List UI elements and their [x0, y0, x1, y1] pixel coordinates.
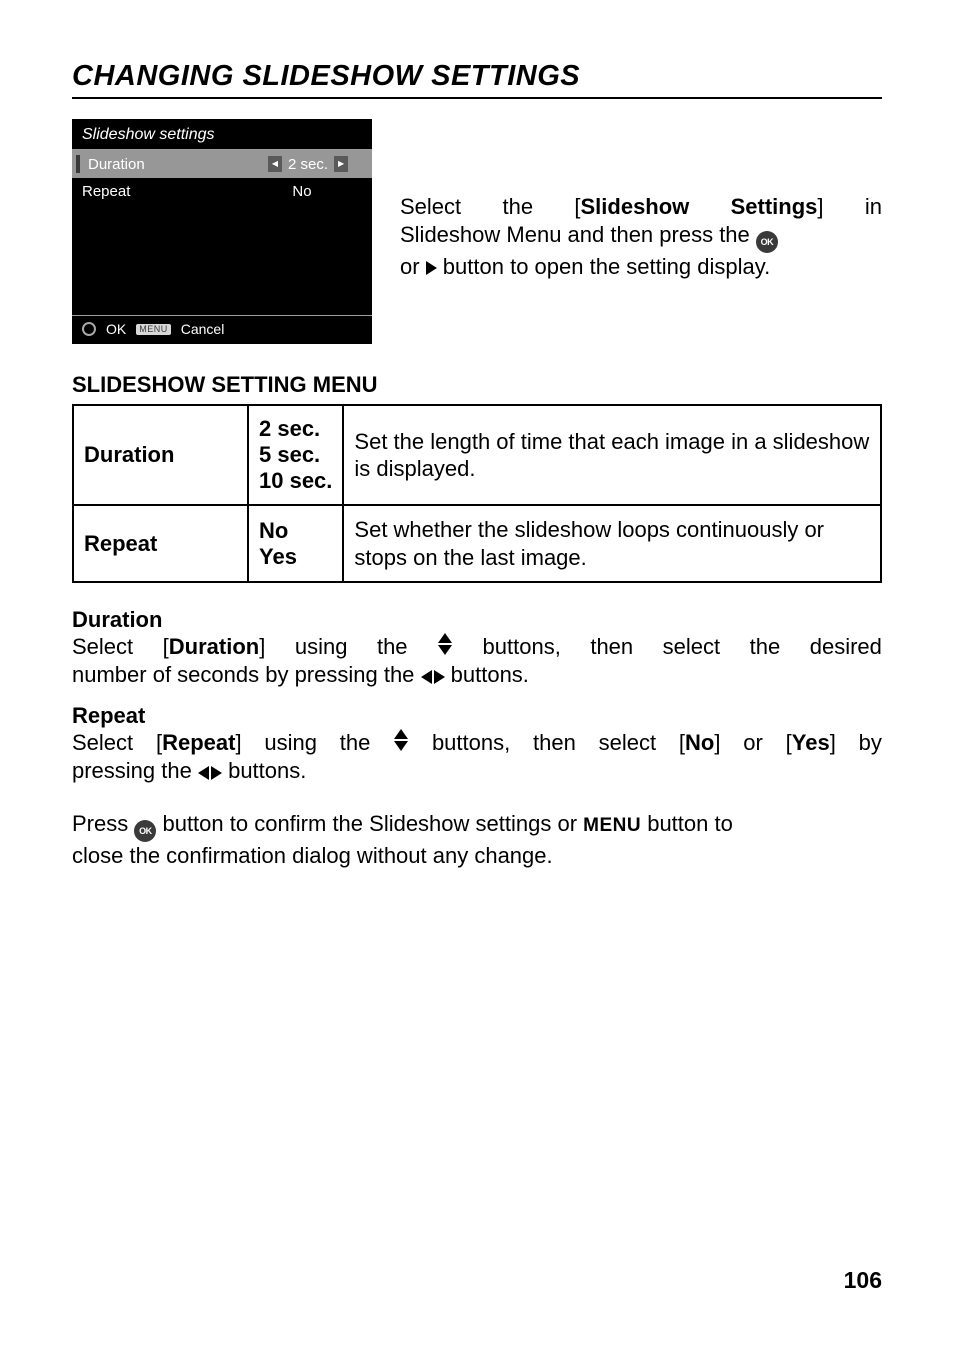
text: button to open the setting display. [437, 254, 771, 279]
text: Press [72, 811, 134, 836]
text: then [533, 729, 576, 757]
text-bold: Duration [169, 634, 259, 659]
text-bold: Yes [792, 730, 830, 755]
right-triangle-icon [426, 261, 437, 275]
camera-row-value: 2 sec. [288, 157, 328, 172]
text: using [295, 633, 348, 661]
text: number of seconds by pressing the [72, 662, 421, 687]
text: buttons. [445, 662, 529, 687]
text: button to [641, 811, 733, 836]
table-opts: No Yes [248, 505, 343, 582]
text: the [502, 193, 533, 221]
text: the [750, 633, 781, 661]
text: the [340, 729, 371, 757]
ok-dot-icon [82, 322, 96, 336]
duration-line1: Select [Duration] using the buttons, the… [72, 633, 882, 661]
left-arrow-icon: ◀ [268, 156, 282, 172]
menu-box-icon: MENU [136, 324, 171, 335]
confirm-line1: Press OK button to confirm the Slideshow… [72, 810, 882, 843]
confirm-line2: close the confirmation dialog without an… [72, 842, 882, 870]
text: ] [714, 730, 720, 755]
settings-table: Duration 2 sec. 5 sec. 10 sec. Set the l… [72, 404, 882, 583]
text-bold: No [685, 730, 714, 755]
camera-row-repeat: Repeat No [72, 178, 372, 205]
text: select [599, 729, 656, 757]
camera-row-duration: Duration ◀ 2 sec. ▶ [72, 150, 372, 178]
selection-bar-icon [76, 155, 80, 173]
footer-ok-label: OK [106, 322, 126, 336]
table-key: Duration [73, 405, 248, 505]
text: ] [830, 730, 836, 755]
left-right-icon [198, 766, 222, 780]
text: buttons, [432, 729, 510, 757]
text: in [865, 193, 882, 221]
page-title: CHANGING SLIDESHOW SETTINGS [72, 60, 882, 99]
text: buttons. [222, 758, 306, 783]
text: Select [400, 193, 461, 221]
text: No [259, 518, 288, 543]
left-right-icon [421, 670, 445, 684]
menu-word: MENU [583, 815, 641, 836]
text: or [743, 729, 763, 757]
text: button to confirm the Slideshow settings… [156, 811, 583, 836]
text: by [859, 729, 882, 757]
text: the [377, 633, 408, 661]
table-row: Duration 2 sec. 5 sec. 10 sec. Set the l… [73, 405, 881, 505]
text: pressing the [72, 758, 198, 783]
text: 5 sec. [259, 442, 320, 467]
repeat-line1: Select [Repeat] using the buttons, then … [72, 729, 882, 757]
camera-footer: OK MENU Cancel [72, 315, 372, 344]
text: Select [72, 633, 133, 661]
text: ] [259, 634, 265, 659]
text: Yes [259, 544, 297, 569]
table-desc: Set the length of time that each image i… [343, 405, 881, 505]
intro-paragraph: Select the [Slideshow Settings] in Slide… [400, 119, 882, 281]
table-key: Repeat [73, 505, 248, 582]
text-bold: Repeat [162, 730, 235, 755]
table-row: Repeat No Yes Set whether the slideshow … [73, 505, 881, 582]
text: or [400, 254, 426, 279]
up-down-icon [393, 729, 409, 757]
up-down-icon [437, 633, 453, 661]
text-bold: Settings [731, 194, 818, 219]
footer-cancel-label: Cancel [181, 322, 225, 336]
camera-row-label: Repeat [82, 184, 130, 199]
text: using [264, 729, 317, 757]
repeat-line2: pressing the buttons. [72, 757, 882, 785]
camera-screenshot: Slideshow settings Duration ◀ 2 sec. ▶ R… [72, 119, 372, 344]
text: 2 sec. [259, 416, 320, 441]
text: 10 sec. [259, 468, 332, 493]
ok-button-icon: OK [756, 231, 778, 253]
text: Select [72, 729, 133, 757]
duration-subtitle: Duration [72, 607, 882, 633]
table-opts: 2 sec. 5 sec. 10 sec. [248, 405, 343, 505]
page-number: 106 [844, 1267, 882, 1294]
camera-screen-title: Slideshow settings [72, 119, 372, 150]
repeat-subtitle: Repeat [72, 703, 882, 729]
camera-row-value: No [292, 184, 311, 199]
text: buttons, [483, 633, 561, 661]
duration-line2: number of seconds by pressing the button… [72, 661, 882, 689]
text: ] [235, 730, 241, 755]
text: desired [810, 633, 882, 661]
table-desc: Set whether the slideshow loops continuo… [343, 505, 881, 582]
text: select [663, 633, 720, 661]
right-arrow-icon: ▶ [334, 156, 348, 172]
camera-row-label: Duration [88, 157, 145, 172]
text: Slideshow Menu and then press the [400, 222, 756, 247]
text-bold: Slideshow [581, 194, 690, 219]
text: ] [817, 194, 823, 219]
text: then [590, 633, 633, 661]
submenu-heading: SLIDESHOW SETTING MENU [72, 372, 882, 398]
ok-button-icon: OK [134, 820, 156, 842]
